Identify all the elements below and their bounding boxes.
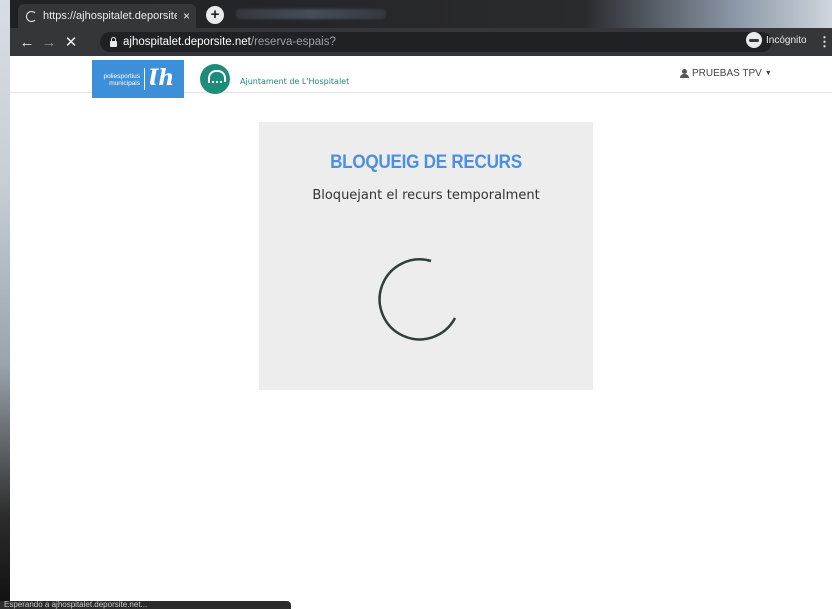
poliesportius-logo[interactable]: poliesportius municipals Ɩh xyxy=(92,60,184,98)
url-host: ajhospitalet.deporsite.net xyxy=(123,36,251,48)
incognito-icon xyxy=(746,32,762,48)
stop-icon[interactable]: ✕ xyxy=(60,33,82,51)
chevron-down-icon: ▼ xyxy=(764,70,772,77)
tab-strip: https://ajhospitalet.deporsite.net × + xyxy=(10,0,832,28)
user-name: PRUEBAS TPV xyxy=(692,68,762,79)
tab-loading-icon xyxy=(26,10,37,22)
browser-menu-icon[interactable]: ⋮ xyxy=(818,34,831,50)
tab-close-icon[interactable]: × xyxy=(183,9,190,23)
panel-subtitle: Bloquejant el recurs temporalment xyxy=(312,188,540,203)
site-header: poliesportius municipals Ɩh Ajuntament d… xyxy=(10,56,832,98)
logo-divider xyxy=(144,68,145,90)
tab-title: https://ajhospitalet.deporsite.net xyxy=(43,10,177,22)
address-bar[interactable]: ajhospitalet.deporsite.net /reserva-espa… xyxy=(100,32,772,52)
user-menu[interactable]: PRUEBAS TPV ▼ xyxy=(680,68,772,79)
logo-text: poliesportius municipals xyxy=(100,73,141,87)
browser-tab-active[interactable]: https://ajhospitalet.deporsite.net × xyxy=(18,4,196,28)
logo-line1: poliesportius xyxy=(103,73,141,80)
url-path: /reserva-espais? xyxy=(250,36,336,48)
loading-spinner-icon xyxy=(378,258,457,341)
incognito-indicator[interactable]: Incógnito xyxy=(746,32,807,48)
back-icon[interactable]: ← xyxy=(16,34,38,51)
logo-mark: Ɩh xyxy=(148,65,175,91)
browser-toolbar: ← → ✕ ajhospitalet.deporsite.net /reserv… xyxy=(10,28,832,56)
user-icon xyxy=(680,69,689,78)
incognito-label: Incógnito xyxy=(766,34,807,46)
panel-title: BLOQUEIG DE RECURS xyxy=(330,152,522,173)
ajuntament-name[interactable]: Ajuntament de L'Hospitalet xyxy=(240,77,349,86)
lock-icon[interactable] xyxy=(110,37,117,47)
blurred-tab[interactable] xyxy=(236,9,386,19)
desktop-edge xyxy=(0,0,10,609)
lock-resource-panel: BLOQUEIG DE RECURS Bloquejant el recurs … xyxy=(259,122,593,390)
new-tab-button[interactable]: + xyxy=(206,6,224,24)
status-bar: Esperando a ajhospitalet.deporsite.net..… xyxy=(0,601,291,609)
status-text: Esperando a ajhospitalet.deporsite.net..… xyxy=(4,601,148,609)
spinner-arc xyxy=(378,258,457,341)
ajuntament-crest-icon[interactable] xyxy=(200,64,230,94)
logo-line2: municipals xyxy=(109,80,140,87)
forward-icon[interactable]: → xyxy=(38,34,60,51)
